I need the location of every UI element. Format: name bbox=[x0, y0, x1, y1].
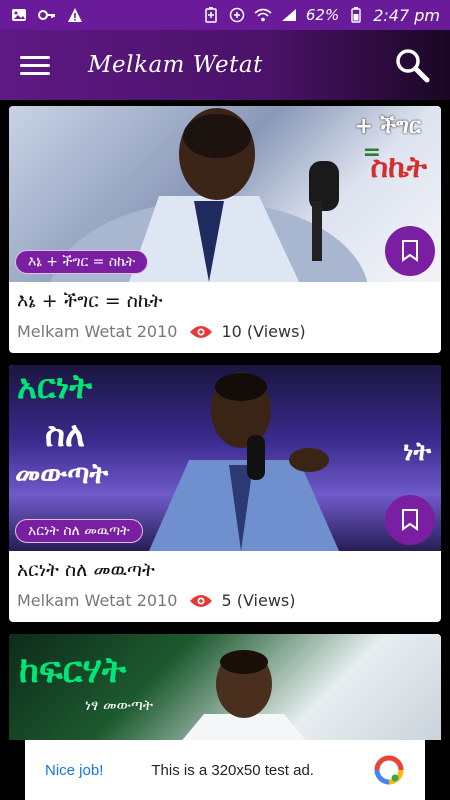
channel-name: Melkam Wetat 2010 bbox=[17, 322, 178, 341]
video-card[interactable]: ከፍርሃት ነፃ መውጣት bbox=[9, 634, 441, 740]
view-count: 10 (Views) bbox=[221, 322, 306, 341]
warning-icon bbox=[66, 6, 84, 24]
video-thumbnail[interactable]: + ችግር = ስኬት እኔ + ችግር = ስኬት bbox=[9, 106, 441, 282]
view-count: 5 (Views) bbox=[221, 591, 296, 610]
wifi-icon bbox=[254, 6, 272, 24]
category-chip: አርነት ስለ መዉጣት bbox=[15, 519, 143, 543]
video-title[interactable]: እኔ + ችግር = ስኬት bbox=[17, 290, 433, 312]
channel-name: Melkam Wetat 2010 bbox=[17, 591, 178, 610]
eye-icon bbox=[190, 325, 213, 338]
signal-icon bbox=[280, 6, 298, 24]
search-icon[interactable] bbox=[394, 47, 430, 83]
app-bar: Melkam Wetat bbox=[0, 30, 450, 100]
card-body: እኔ + ችግር = ስኬት Melkam Wetat 2010 10 (Vie… bbox=[9, 282, 441, 353]
battery-percent: 62% bbox=[305, 6, 340, 24]
category-chip: እኔ + ችግር = ስኬት bbox=[15, 250, 149, 274]
thumbnail-text-3: መውጣት bbox=[15, 457, 109, 490]
thumbnail-text-3: ስኬት bbox=[370, 150, 427, 185]
video-thumbnail[interactable]: ከፍርሃት ነፃ መውጣት bbox=[9, 634, 441, 740]
thumbnail-text-1: ከፍርሃት bbox=[19, 650, 127, 691]
views-info: 10 (Views) bbox=[189, 322, 306, 341]
data-saver-icon bbox=[228, 6, 246, 24]
battery-saver-icon bbox=[202, 6, 220, 24]
video-meta: Melkam Wetat 2010 5 (Views) bbox=[17, 591, 433, 610]
ad-logo-icon bbox=[374, 755, 404, 785]
video-thumbnail[interactable]: አርነት ስለ መውጣት ነት አርነት ስለ መዉጣት bbox=[9, 365, 441, 551]
app-title: Melkam Wetat bbox=[88, 52, 263, 78]
menu-icon[interactable] bbox=[20, 50, 50, 80]
ad-text: This is a 320x50 test ad. bbox=[151, 761, 314, 779]
card-body: አርነት ስለ መዉጣት Melkam Wetat 2010 5 (Views) bbox=[9, 551, 441, 622]
photo-notification-icon bbox=[10, 6, 28, 24]
thumbnail-text-4: ነት bbox=[403, 437, 431, 467]
eye-icon bbox=[190, 594, 213, 607]
bookmark-button[interactable] bbox=[385, 226, 435, 276]
ad-nice-label: Nice job! bbox=[45, 761, 104, 779]
views-info: 5 (Views) bbox=[189, 591, 296, 610]
thumbnail-text-2: ነፃ መውጣት bbox=[85, 696, 153, 714]
clock: 2:47 pm bbox=[373, 5, 440, 25]
battery-icon bbox=[347, 6, 365, 24]
thumbnail-text-1: + ችግር bbox=[354, 114, 421, 139]
test-ad-banner[interactable]: Nice job! This is a 320x50 test ad. bbox=[25, 740, 425, 800]
bookmark-button[interactable] bbox=[385, 495, 435, 545]
bookmark-icon bbox=[402, 240, 418, 262]
thumbnail-text-2: ስለ bbox=[45, 415, 85, 455]
video-card[interactable]: + ችግር = ስኬት እኔ + ችግር = ስኬት እኔ + ችግር = ስኬ… bbox=[9, 106, 441, 353]
video-meta: Melkam Wetat 2010 10 (Views) bbox=[17, 322, 433, 341]
video-feed[interactable]: + ችግር = ስኬት እኔ + ችግር = ስኬት እኔ + ችግር = ስኬ… bbox=[0, 100, 450, 740]
status-bar: 62% 2:47 pm bbox=[0, 0, 450, 30]
video-title[interactable]: አርነት ስለ መዉጣት bbox=[17, 559, 433, 581]
bookmark-icon bbox=[402, 509, 418, 531]
video-card[interactable]: አርነት ስለ መውጣት ነት አርነት ስለ መዉጣት አርነት ስለ መዉጣ… bbox=[9, 365, 441, 622]
key-icon bbox=[38, 6, 56, 24]
thumbnail-text-1: አርነት bbox=[17, 367, 93, 407]
